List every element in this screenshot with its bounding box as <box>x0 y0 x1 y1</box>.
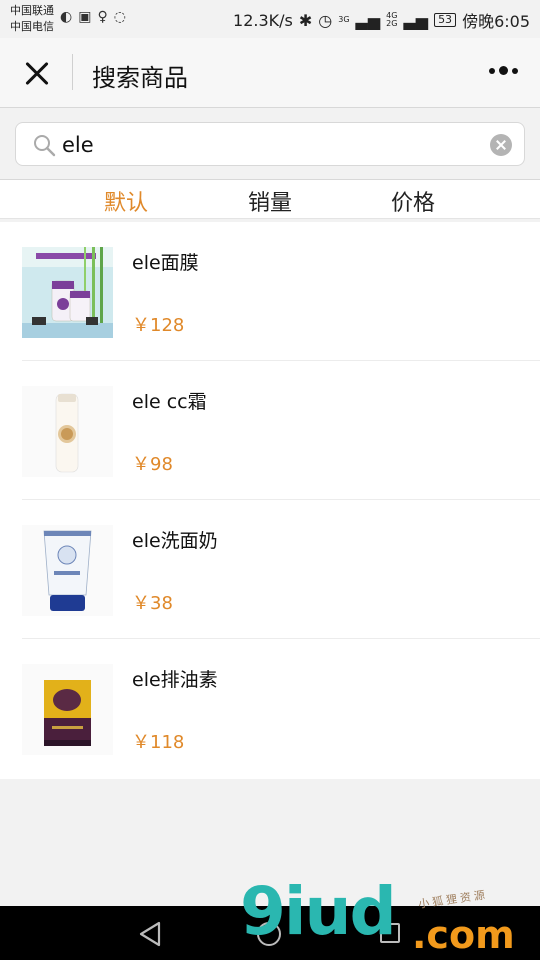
net-speed: 12.3K/s <box>233 10 293 30</box>
signal-1-label: 3G <box>338 15 350 24</box>
app-header: 搜索商品 <box>0 38 540 108</box>
tab-sales[interactable]: 销量 <box>248 185 292 217</box>
product-item[interactable]: ele面膜 ￥128 <box>0 222 540 361</box>
bluetooth-icon: ✱ <box>298 10 313 30</box>
product-name: ele排油素 <box>132 669 218 691</box>
carrier-info: 中国联通 中国电信 <box>10 3 54 35</box>
product-item[interactable]: ele排油素 ￥118 <box>0 639 540 778</box>
product-price: ￥98 <box>132 454 173 475</box>
dot <box>489 67 495 74</box>
product-price: ￥38 <box>132 593 173 614</box>
battery-indicator: 53 <box>434 13 457 27</box>
watermark-main: 9iud <box>240 873 397 950</box>
back-triangle-icon[interactable] <box>138 921 162 947</box>
product-list: ele面膜 ￥128 ele cc霜 ￥98 ele洗面奶 ￥38 ele排油素… <box>0 222 540 779</box>
header-divider <box>72 54 73 90</box>
product-image-mask <box>22 247 113 338</box>
product-price: ￥118 <box>132 732 185 753</box>
cat-icon: ▣ <box>78 9 92 25</box>
notification-icons: ◐ ▣ ♀ ◌ <box>60 9 126 25</box>
chat-search-icon: ◌ <box>113 9 126 25</box>
product-image-slim <box>22 664 113 755</box>
close-icon[interactable] <box>20 56 54 90</box>
signal-2-label-bottom: 2G <box>386 19 398 28</box>
dot <box>499 66 508 75</box>
product-image-cleanser <box>22 525 113 616</box>
carrier-2: 中国电信 <box>10 20 54 33</box>
wechat-icon: ◐ <box>60 9 73 25</box>
search-area <box>0 109 540 179</box>
signal-2-icon: ▃▅ <box>403 10 429 30</box>
signal-1-icon: ▃▅ <box>355 10 381 30</box>
product-item[interactable]: ele洗面奶 ￥38 <box>0 500 540 639</box>
tab-price[interactable]: 价格 <box>391 185 435 217</box>
product-name: ele洗面奶 <box>132 530 218 552</box>
product-name: ele面膜 <box>132 252 199 274</box>
tab-default[interactable]: 默认 <box>104 185 148 217</box>
dot <box>512 67 518 74</box>
watermark-domain: .com <box>412 913 515 957</box>
carrier-1: 中国联通 <box>10 4 54 17</box>
search-input[interactable] <box>62 131 482 159</box>
status-right: 12.3K/s ✱ ◷ 3G ▃▅ 4G 2G ▃▅ 53 傍晚6:05 <box>233 8 530 32</box>
watermark: 9iud .com 小狐狸资源 <box>240 873 540 960</box>
font-icon: ♀ <box>97 9 108 25</box>
signal-2-labels: 4G 2G <box>386 12 397 28</box>
clock: 傍晚6:05 <box>462 12 530 31</box>
search-box[interactable] <box>15 122 525 166</box>
more-dots-icon[interactable] <box>489 66 518 75</box>
alarm-icon: ◷ <box>318 10 333 30</box>
watermark-small: 小狐狸资源 <box>417 888 489 911</box>
clear-icon[interactable] <box>490 134 512 156</box>
product-name: ele cc霜 <box>132 391 207 413</box>
product-image-cc-cream <box>22 386 113 477</box>
page-title: 搜索商品 <box>92 64 188 92</box>
product-price: ￥128 <box>132 315 185 336</box>
product-item[interactable]: ele cc霜 ￥98 <box>0 361 540 500</box>
search-icon <box>34 135 56 157</box>
status-bar: 中国联通 中国电信 ◐ ▣ ♀ ◌ 12.3K/s ✱ ◷ 3G ▃▅ 4G 2… <box>0 0 540 38</box>
sort-tabs: 默认 销量 价格 <box>0 179 540 219</box>
